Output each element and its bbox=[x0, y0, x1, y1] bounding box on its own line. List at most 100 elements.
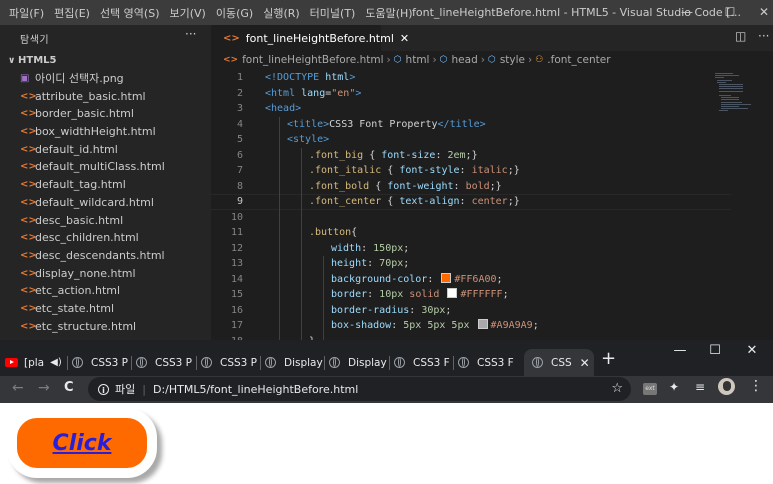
file-item[interactable]: <> default_id.html bbox=[0, 141, 211, 159]
chrome-minimize-button[interactable]: — bbox=[665, 343, 695, 358]
breadcrumb-item[interactable]: font_lineHeightBefore.html bbox=[242, 54, 383, 66]
menu-item[interactable]: 보기(V) bbox=[164, 5, 210, 21]
code-line[interactable]: 9 .font_center { text-align: center;} bbox=[211, 194, 773, 210]
menu-item[interactable]: 이동(G) bbox=[211, 5, 258, 21]
file-item[interactable]: <> etc_structure.html bbox=[0, 318, 211, 336]
menu-item[interactable]: 터미널(T) bbox=[305, 5, 361, 21]
code-token: solid bbox=[409, 289, 440, 300]
bookmark-star-icon[interactable]: ☆ bbox=[611, 381, 623, 396]
vscode-minimize-button[interactable]: — bbox=[670, 0, 704, 25]
code-editor[interactable]: 1 <!DOCTYPE html> 2 <html lang="en"> 3 <head>… bbox=[211, 69, 773, 340]
element-icon: ⬡ bbox=[439, 55, 448, 65]
menu-item[interactable]: 선택 영역(S) bbox=[95, 5, 165, 21]
file-item[interactable]: <> default_multiClass.html bbox=[0, 158, 211, 176]
code-line[interactable]: 10 bbox=[211, 210, 773, 226]
code-text: <head> bbox=[265, 103, 301, 114]
file-item[interactable]: <> desc_descendants.html bbox=[0, 247, 211, 265]
demo-button[interactable]: Click bbox=[7, 408, 157, 478]
code-line[interactable]: 7 .font_italic { font-style: italic;} bbox=[211, 163, 773, 179]
color-swatch[interactable] bbox=[441, 272, 452, 283]
chrome-menu-icon[interactable]: ⋮ bbox=[749, 378, 763, 394]
speaker-icon[interactable]: ◀) bbox=[50, 357, 62, 368]
chrome-close-button[interactable]: ✕ bbox=[737, 343, 767, 358]
extension-icon[interactable]: ext bbox=[643, 383, 657, 395]
reload-icon[interactable]: C bbox=[64, 380, 74, 395]
explorer-more-button[interactable]: ··· bbox=[185, 27, 196, 41]
code-line[interactable]: 1 <!DOCTYPE html> bbox=[211, 70, 773, 86]
line-number: 6 bbox=[236, 149, 243, 161]
puzzle-icon[interactable]: ✦ bbox=[669, 380, 679, 394]
browser-tab[interactable]: CSS3 F bbox=[458, 349, 516, 376]
file-item[interactable]: <> attribute_basic.html bbox=[0, 88, 211, 106]
tab-close-icon[interactable]: ✕ bbox=[580, 356, 590, 370]
menu-item[interactable]: 파일(F) bbox=[4, 5, 49, 21]
code-line[interactable]: 2 <html lang="en"> bbox=[211, 86, 773, 102]
split-editor-icon[interactable]: ◫ bbox=[735, 29, 746, 43]
info-icon[interactable]: i bbox=[98, 383, 109, 395]
file-item[interactable]: <> display_none.html bbox=[0, 265, 211, 283]
html-file-icon: <> bbox=[20, 320, 37, 332]
browser-tab[interactable]: CSS3 P bbox=[72, 349, 130, 376]
file-item[interactable]: <> default_wildcard.html bbox=[0, 194, 211, 212]
vscode-maximize-button[interactable]: ☐ bbox=[713, 0, 747, 25]
breadcrumb-item[interactable]: html bbox=[406, 54, 430, 66]
vscode-close-button[interactable]: ✕ bbox=[747, 0, 773, 25]
browser-tab[interactable]: [pla ◀) bbox=[5, 349, 65, 376]
breadcrumb-item[interactable]: head bbox=[452, 54, 478, 66]
code-line[interactable]: 8 .font_bold { font-weight: bold;} bbox=[211, 179, 773, 195]
code-line[interactable]: 11 .button{ bbox=[211, 225, 773, 241]
file-item[interactable]: <> desc_basic.html bbox=[0, 212, 211, 230]
browser-tab[interactable]: CSS3 P bbox=[201, 349, 259, 376]
file-item[interactable]: <> default_tag.html bbox=[0, 176, 211, 194]
folder-header[interactable]: ∨ HTML5 bbox=[8, 55, 56, 66]
code-line[interactable]: 3 <head> bbox=[211, 101, 773, 117]
editor-tab[interactable]: <> font_lineHeightBefore.html ✕ bbox=[211, 25, 409, 51]
code-line[interactable]: 14 background-color: #FF6A00; bbox=[211, 272, 773, 288]
code-token: : bbox=[409, 304, 422, 316]
browser-tab[interactable]: Display bbox=[265, 349, 323, 376]
file-name: etc_structure.html bbox=[35, 319, 137, 333]
back-arrow-icon[interactable]: ← bbox=[12, 380, 24, 396]
browser-tab[interactable]: CSS3 F bbox=[394, 349, 452, 376]
breadcrumb-item[interactable]: style bbox=[500, 54, 525, 66]
file-name: default_tag.html bbox=[35, 178, 126, 192]
click-link[interactable]: Click bbox=[53, 431, 112, 456]
file-item[interactable]: <> desc_children.html bbox=[0, 229, 211, 247]
code-line[interactable]: 15 border: 10px solid #FFFFFF; bbox=[211, 287, 773, 303]
file-item[interactable]: <> box_widthHeight.html bbox=[0, 123, 211, 141]
code-line[interactable]: 5 <style> bbox=[211, 132, 773, 148]
file-name: etc_state.html bbox=[35, 301, 115, 315]
code-line[interactable]: 13 height: 70px; bbox=[211, 256, 773, 272]
file-item[interactable]: ▣ 아이디 선택자.png bbox=[0, 70, 211, 88]
new-tab-button[interactable]: + bbox=[601, 348, 616, 369]
file-item[interactable]: <> border_basic.html bbox=[0, 105, 211, 123]
globe-icon bbox=[136, 357, 147, 368]
code-line[interactable]: 17 box-shadow: 5px 5px 5px #A9A9A9; bbox=[211, 318, 773, 334]
chrome-maximize-button[interactable]: ☐ bbox=[700, 343, 730, 358]
tab-close-icon[interactable]: ✕ bbox=[400, 32, 409, 45]
browser-tab[interactable]: CSS3 P bbox=[136, 349, 194, 376]
file-name: box_widthHeight.html bbox=[35, 125, 156, 139]
code-line[interactable]: 12 width: 150px; bbox=[211, 241, 773, 257]
html-file-icon: <> bbox=[20, 179, 37, 191]
browser-tab[interactable]: CSS ✕ bbox=[524, 349, 594, 376]
forward-arrow-icon[interactable]: → bbox=[38, 380, 50, 396]
address-bar[interactable]: i 파일 | D:/HTML5/font_lineHeightBefore.ht… bbox=[88, 377, 631, 401]
code-line[interactable]: 6 .font_big { font-size: 2em;} bbox=[211, 148, 773, 164]
html-file-icon: <> bbox=[20, 108, 37, 120]
browser-tab[interactable]: Display bbox=[329, 349, 387, 376]
color-swatch[interactable] bbox=[447, 288, 458, 298]
media-control-icon[interactable]: ≡ bbox=[695, 380, 705, 394]
menu-item[interactable]: 편집(E) bbox=[49, 5, 95, 21]
file-item[interactable]: <> etc_state.html bbox=[0, 300, 211, 318]
color-swatch[interactable] bbox=[477, 319, 488, 329]
code-line[interactable]: 4 <title>CSS3 Font Property</title> bbox=[211, 117, 773, 133]
menu-item[interactable]: 도움말(H) bbox=[360, 5, 417, 21]
menu-item[interactable]: 실행(R) bbox=[258, 5, 304, 21]
breadcrumb-item[interactable]: .font_center bbox=[547, 54, 610, 66]
file-item[interactable]: <> etc_action.html bbox=[0, 282, 211, 300]
profile-avatar[interactable] bbox=[718, 378, 735, 395]
code-line[interactable]: 16 border-radius: 30px; bbox=[211, 303, 773, 319]
editor-more-icon[interactable]: ··· bbox=[758, 29, 769, 43]
